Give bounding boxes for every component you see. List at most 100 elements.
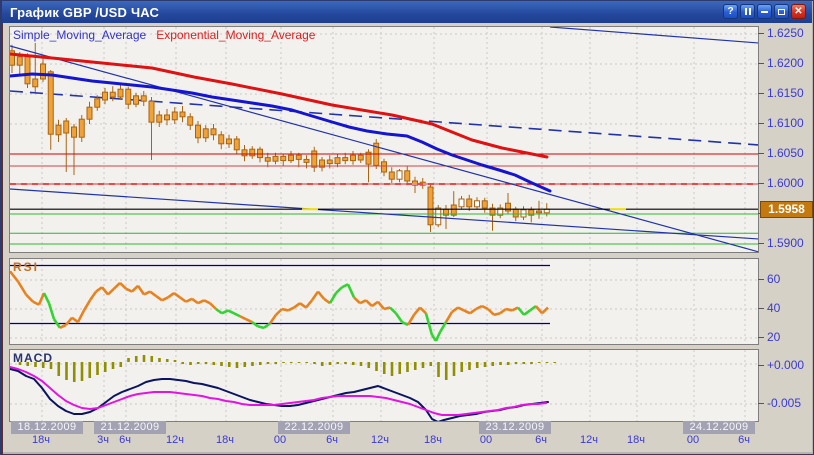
rsi-line-segment <box>174 293 180 297</box>
candle <box>87 107 92 119</box>
rsi-line-segment <box>312 292 318 301</box>
rsi-tick-label: 20 <box>767 330 780 344</box>
axis-tick-mark <box>758 183 764 184</box>
candle <box>382 162 387 172</box>
close-button[interactable]: ✕ <box>791 4 806 19</box>
time-label: 18ч <box>32 434 50 446</box>
axis-tick-mark <box>758 337 764 338</box>
rsi-line-segment <box>138 286 144 295</box>
rsi-line-segment <box>44 293 49 303</box>
rsi-line-segment <box>168 293 174 297</box>
candle <box>482 201 487 208</box>
rsi-line-segment <box>464 310 470 313</box>
axis-tick-mark <box>758 365 764 366</box>
rsi-line-segment <box>156 296 162 300</box>
rsi-line-segment <box>246 319 252 322</box>
candle <box>475 201 480 207</box>
macd-label: MACD <box>13 351 53 365</box>
candle <box>296 155 301 159</box>
rsi-line-segment <box>300 303 306 307</box>
rsi-line-segment <box>488 309 494 315</box>
macd-panel[interactable] <box>9 349 759 422</box>
rsi-line-segment <box>102 287 108 294</box>
candle <box>17 57 22 65</box>
candle <box>25 57 30 84</box>
candle <box>141 96 146 101</box>
rsi-line-segment <box>198 300 204 303</box>
price-tick-label: 1.6200 <box>767 56 804 70</box>
candle <box>33 79 38 87</box>
trend-line <box>10 46 758 252</box>
candle <box>203 129 208 138</box>
candle <box>48 72 53 134</box>
rsi-line-segment <box>26 295 33 302</box>
current-price-tag: 1.5958 <box>760 201 813 218</box>
rsi-line-segment <box>180 297 186 301</box>
rsi-line-segment <box>384 308 390 309</box>
candle <box>389 172 394 179</box>
rsi-line-segment <box>234 313 240 316</box>
axis-tick-mark <box>758 403 764 404</box>
rsi-line-segment <box>436 332 440 341</box>
candle <box>281 156 286 160</box>
price-tick-label: 1.5900 <box>767 236 804 250</box>
date-box: 21.12.2009 <box>94 421 166 434</box>
time-label: 18ч <box>627 434 645 446</box>
axis-tick-mark <box>758 123 764 124</box>
rsi-line-segment <box>108 289 114 295</box>
rsi-label: RSI <box>13 260 39 274</box>
rsi-line-segment <box>318 292 324 299</box>
price-chart-panel[interactable] <box>9 26 759 253</box>
candle <box>250 149 255 156</box>
rsi-line-segment <box>494 313 500 314</box>
candle <box>265 158 270 162</box>
candle <box>103 92 108 100</box>
rsi-line-segment <box>458 308 464 311</box>
time-label: 12ч <box>580 434 598 446</box>
candle <box>358 155 363 160</box>
candle <box>304 159 309 162</box>
title-bar[interactable]: График GBP /USD ЧАС ?✕ <box>2 1 812 23</box>
rsi-line-segment <box>390 308 396 314</box>
rsi-line-segment <box>216 309 222 313</box>
candle <box>79 119 84 137</box>
rsi-line-segment <box>252 322 258 326</box>
maximize-button[interactable] <box>774 4 789 19</box>
rsi-line-segment <box>396 313 402 322</box>
minimize-button[interactable] <box>757 4 772 19</box>
rsi-line-segment <box>360 300 366 303</box>
price-tick-label: 1.6250 <box>767 26 804 40</box>
rsi-line-segment <box>500 309 506 313</box>
time-label: 12ч <box>371 434 389 446</box>
candle <box>110 92 115 97</box>
macd-canvas <box>10 350 758 421</box>
time-label: 6ч <box>326 434 338 446</box>
time-label: 00 <box>687 434 699 446</box>
candle <box>165 115 170 120</box>
rsi-panel[interactable] <box>9 258 759 345</box>
candle <box>118 89 123 97</box>
price-tick-label: 1.6100 <box>767 116 804 130</box>
trend-line <box>550 27 758 43</box>
candle <box>242 150 247 156</box>
rsi-line-segment <box>354 297 360 303</box>
price-tick-label: 1.6150 <box>767 86 804 100</box>
sma-line <box>10 74 550 191</box>
candle <box>351 155 356 160</box>
rsi-line-segment <box>282 309 288 310</box>
pause-button[interactable] <box>740 4 755 19</box>
macd-tick-label: -0.005 <box>767 396 801 410</box>
channel-upper-dashed-line <box>10 91 758 145</box>
candle <box>273 156 278 161</box>
candle <box>196 125 201 138</box>
price-tick-label: 1.6000 <box>767 176 804 190</box>
window-buttons: ?✕ <box>723 4 806 19</box>
rsi-line-segment <box>60 325 66 328</box>
rsi-line-segment <box>306 300 312 307</box>
time-label: 6ч <box>119 434 131 446</box>
candle <box>41 64 46 79</box>
candle <box>537 211 542 213</box>
window-title: График GBP /USD ЧАС <box>2 5 159 20</box>
candle <box>343 158 348 161</box>
help-button[interactable]: ? <box>723 4 738 19</box>
